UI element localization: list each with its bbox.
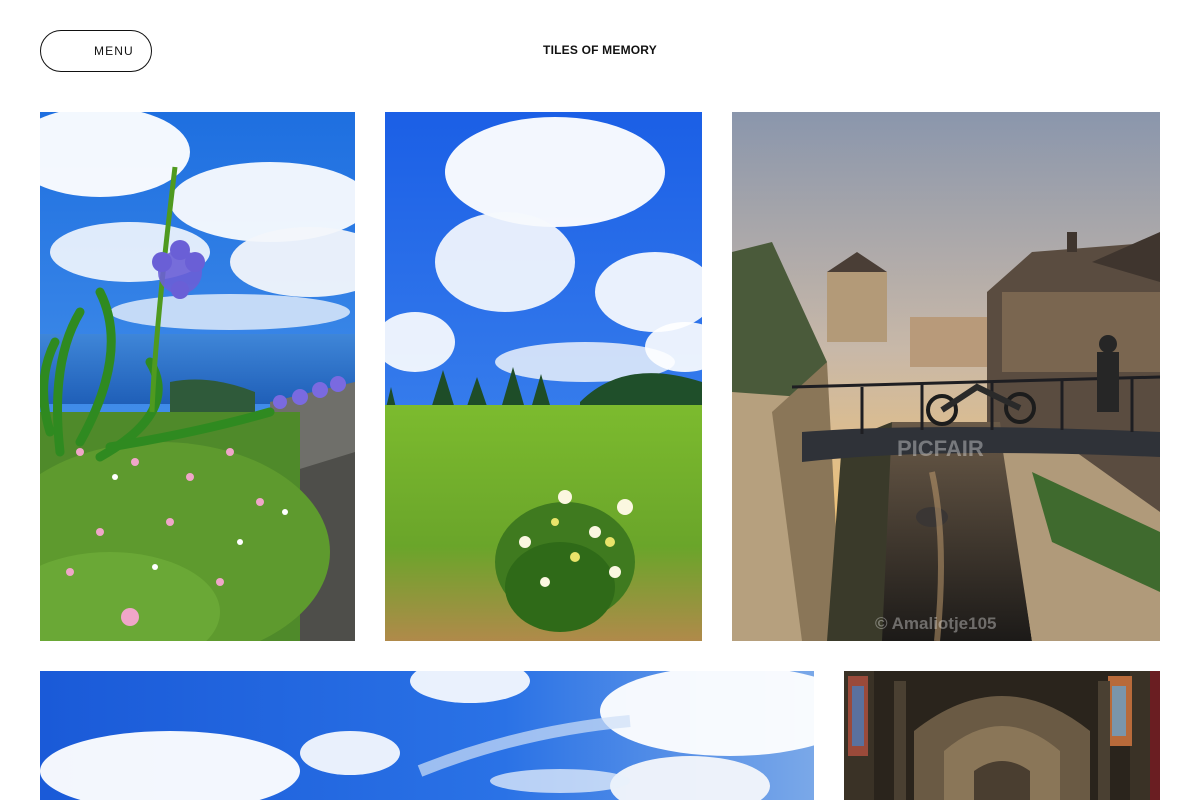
watermark-credit: © Amaliotje105	[875, 614, 997, 633]
gallery-tile-canal[interactable]: PICFAIR © Amaliotje105	[732, 112, 1160, 641]
cathedral-image	[844, 671, 1160, 800]
gallery-tile-cathedral[interactable]	[844, 671, 1160, 800]
gallery-tile-flower-cliff[interactable]	[40, 112, 355, 641]
flower-cliff-image	[40, 112, 355, 641]
gallery-tile-meadow[interactable]	[385, 112, 702, 641]
watermark-brand: PICFAIR	[897, 436, 984, 461]
sky-image	[40, 671, 814, 800]
canal-image	[732, 112, 1160, 641]
gallery-tile-sky[interactable]	[40, 671, 814, 800]
site-title[interactable]: TILES OF MEMORY	[0, 0, 1200, 101]
page: MENU TILES OF MEMORY PICFAIR © Amaliotje…	[0, 0, 1200, 800]
site-header: MENU TILES OF MEMORY	[0, 0, 1200, 100]
meadow-image	[385, 112, 702, 641]
